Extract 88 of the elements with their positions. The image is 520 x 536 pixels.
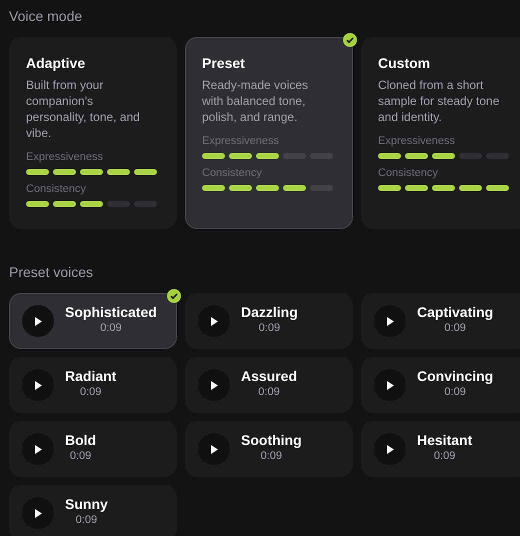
meter-label: Consistency: [26, 183, 87, 196]
card-title: Adaptive: [26, 55, 86, 72]
filled-segment: [432, 153, 455, 159]
voice-name: Radiant: [65, 367, 116, 385]
voice-name: Dazzling: [241, 303, 298, 321]
filled-segment: [405, 153, 428, 159]
voice-duration: 0:09: [434, 449, 456, 463]
play-icon: [34, 444, 42, 454]
play-icon: [386, 380, 394, 390]
play-button[interactable]: [22, 497, 54, 529]
filled-segment: [256, 153, 279, 159]
voice-duration: 0:09: [258, 321, 280, 335]
voice-card[interactable]: Radiant 0:09: [9, 357, 177, 413]
voice-duration: 0:09: [258, 385, 280, 399]
filled-segment: [80, 169, 103, 175]
voice-card[interactable]: Soothing 0:09: [185, 421, 353, 477]
voice-name: Bold: [65, 431, 96, 449]
play-button[interactable]: [374, 305, 406, 337]
filled-segment: [256, 185, 279, 191]
voice-name: Convincing: [417, 367, 494, 385]
filled-segment: [26, 169, 49, 175]
play-icon: [386, 444, 394, 454]
filled-segment: [229, 153, 252, 159]
card-title: Custom: [378, 55, 432, 72]
filled-segment: [378, 153, 401, 159]
mode-card[interactable]: Adaptive Built from your companion's personality, tone, and vibe. Expressiveness Consistency: [9, 37, 177, 229]
voice-name: Hesitant: [417, 431, 472, 449]
voice-duration: 0:09: [260, 449, 282, 463]
voice-name: Sophisticated: [65, 303, 157, 321]
voice-duration: 0:09: [100, 321, 122, 335]
voice-duration: 0:09: [444, 385, 466, 399]
filled-segment: [134, 169, 157, 175]
voice-card[interactable]: Assured 0:09: [185, 357, 353, 413]
filled-segment: [283, 185, 306, 191]
play-icon: [386, 316, 394, 326]
card-title: Preset: [202, 55, 246, 72]
voice-card[interactable]: Sunny 0:09: [9, 485, 177, 536]
filled-segment: [26, 201, 49, 207]
voice-name: Sunny: [65, 495, 108, 513]
play-button[interactable]: [198, 305, 230, 337]
play-icon: [34, 380, 42, 390]
voice-duration: 0:09: [80, 385, 102, 399]
filled-segment: [53, 169, 76, 175]
voice-duration: 0:09: [444, 321, 466, 335]
play-button[interactable]: [22, 369, 54, 401]
voice-card[interactable]: Bold 0:09: [9, 421, 177, 477]
voice-card[interactable]: Dazzling 0:09: [185, 293, 353, 349]
voice-name: Assured: [241, 367, 298, 385]
card-description: Built from your companion's personality, tone, and vibe.: [26, 77, 141, 141]
play-icon: [34, 508, 42, 518]
play-button[interactable]: [22, 433, 54, 465]
voice-card[interactable]: Hesitant 0:09: [361, 421, 520, 477]
filled-segment: [229, 185, 252, 191]
play-icon: [210, 380, 218, 390]
play-icon: [210, 444, 218, 454]
play-button[interactable]: [198, 433, 230, 465]
play-button[interactable]: [22, 305, 54, 337]
filled-segment: [80, 201, 103, 207]
filled-segment: [202, 185, 225, 191]
play-button[interactable]: [198, 369, 230, 401]
section-title: Preset voices: [9, 263, 94, 282]
voice-duration: 0:09: [76, 513, 98, 527]
voice-name: Captivating: [417, 303, 494, 321]
voice-card[interactable]: Convincing 0:09: [361, 357, 520, 413]
voice-name: Soothing: [241, 431, 302, 449]
play-icon: [210, 316, 218, 326]
meter-label: Expressiveness: [26, 151, 104, 164]
mode-card[interactable]: Custom Cloned from a short sample for steady tone and identity. Expressiveness Consistency: [361, 37, 520, 229]
filled-segment: [459, 185, 482, 191]
filled-segment: [486, 185, 509, 191]
filled-segment: [405, 185, 428, 191]
filled-segment: [202, 153, 225, 159]
meter-label: Expressiveness: [378, 135, 456, 148]
voice-duration: 0:09: [70, 449, 92, 463]
filled-segment: [107, 169, 130, 175]
card-description: Ready-made voices with balanced tone, polish, and range.: [202, 77, 310, 125]
filled-segment: [53, 201, 76, 207]
filled-segment: [378, 185, 401, 191]
play-button[interactable]: [374, 369, 406, 401]
section-title: Voice mode: [9, 7, 84, 26]
filled-segment: [432, 185, 455, 191]
meter-label: Consistency: [202, 167, 263, 180]
meter-label: Expressiveness: [202, 135, 280, 148]
play-button[interactable]: [374, 433, 406, 465]
play-icon: [34, 316, 42, 326]
voice-card[interactable]: Captivating 0:09: [361, 293, 520, 349]
card-description: Cloned from a short sample for steady tone and identity.: [378, 77, 500, 125]
meter-label: Consistency: [378, 167, 439, 180]
